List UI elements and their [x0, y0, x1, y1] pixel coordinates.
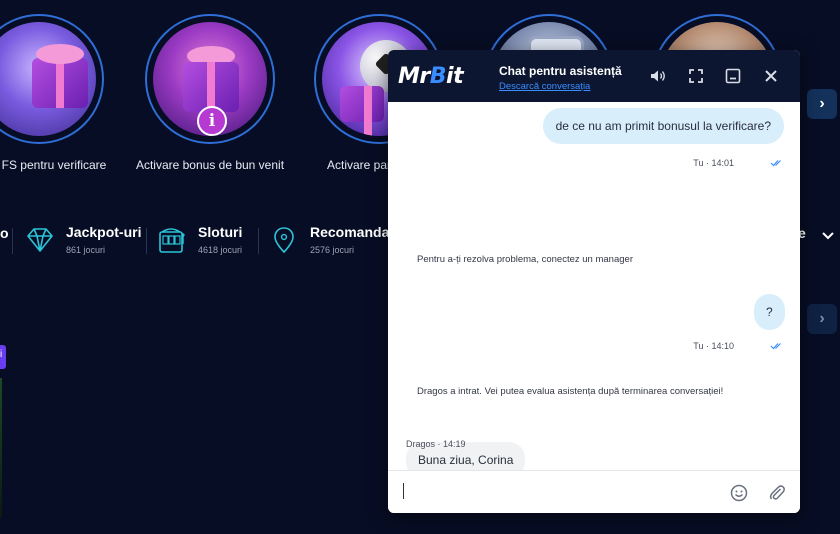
slot-machine-icon: [159, 228, 185, 253]
message-input[interactable]: [388, 470, 800, 513]
story-label: FS pentru verificare: [1, 158, 107, 172]
system-message: Dragos a intrat. Vei putea evalua asiste…: [417, 386, 724, 397]
category-fragment: o: [0, 225, 9, 241]
diamond-icon: [27, 228, 53, 252]
download-conversation-link[interactable]: Descarcă conversația: [499, 81, 590, 92]
support-chat-window: MrBit Chat pentru asistență Descarcă con…: [388, 50, 800, 513]
message-meta: Tu · 14:01: [693, 158, 734, 168]
story-bonus-bun-venit[interactable]: i: [145, 14, 275, 144]
message-meta: Tu · 14:10: [693, 341, 734, 351]
location-pin-icon: [274, 227, 294, 254]
mrbit-logo: MrBit: [398, 64, 464, 89]
paperclip-icon[interactable]: [767, 483, 787, 503]
category-count: 4618 jocuri: [198, 245, 243, 255]
stories-next-button[interactable]: ›: [807, 89, 837, 119]
story-label: Activare bonus de bun venit: [135, 158, 285, 172]
story-fs-verificare[interactable]: [0, 14, 104, 144]
message-meta: Dragos · 14:19: [406, 439, 466, 449]
user-message: de ce nu am primit bonusul la verificare…: [542, 108, 784, 144]
info-icon: i: [197, 106, 227, 136]
sound-icon[interactable]: [648, 66, 668, 86]
close-icon[interactable]: [761, 66, 781, 86]
chat-title: Chat pentru asistență: [499, 64, 622, 78]
gift-image: i: [153, 22, 267, 136]
minimize-icon[interactable]: [723, 66, 743, 86]
category-count: 861 jocuri: [66, 245, 106, 255]
emoji-icon[interactable]: [729, 483, 749, 503]
category-count: 2576 jocuri: [310, 245, 355, 255]
category-title: Sloturi: [198, 224, 243, 240]
game-tile-fragment: [0, 378, 2, 518]
badge-fragment-text: i: [0, 349, 3, 360]
read-checkmark-icon: [770, 160, 781, 167]
category-title: Jackpot-uri: [66, 224, 142, 240]
category-title: Recomandat: [310, 224, 395, 240]
text-caret: [403, 483, 404, 499]
user-message: ?: [754, 294, 785, 330]
chat-messages: de ce nu am primit bonusul la verificare…: [388, 102, 800, 478]
chat-header: MrBit Chat pentru asistență Descarcă con…: [388, 50, 800, 102]
fullscreen-icon[interactable]: [686, 66, 706, 86]
gift-image: [0, 22, 96, 136]
read-checkmark-icon: [770, 343, 781, 350]
system-message: Pentru a-ți rezolva problema, conectez u…: [417, 254, 633, 265]
section-next-button[interactable]: ›: [807, 304, 837, 334]
chevron-down-icon[interactable]: [822, 229, 834, 244]
